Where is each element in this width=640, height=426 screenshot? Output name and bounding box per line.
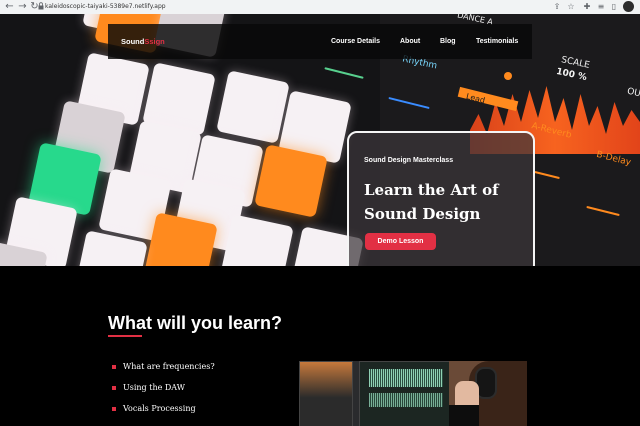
nav-link-course-details[interactable]: Course Details [331,24,380,59]
extensions-icon[interactable]: ✚ [582,2,592,12]
nav-link-testimonials[interactable]: Testimonials [476,24,518,59]
arrow-left-icon[interactable]: ← [4,1,15,12]
hero-kicker: Sound Design Masterclass [364,157,454,164]
cast-icon[interactable]: ≡ [596,2,606,12]
profile-icon[interactable] [623,1,634,12]
lock-icon [38,2,44,10]
hero-card: Sound Design Masterclass Learn the Art o… [347,131,535,266]
browser-toolbar: ← → ↻ kaleidoscopic-taiyaki-5389e7.netli… [0,0,640,15]
list-item: Vocals Processing [112,402,215,423]
share-icon[interactable]: ⇪ [552,2,562,12]
brand-logo[interactable]: SoundSsign [121,24,165,59]
bullet-icon [112,407,116,411]
hero-section: Rhythm SCALE 100 % Lead A-Reverb B-Delay… [0,14,640,266]
learning-list: What are frequencies? Using the DAW Voca… [112,360,215,423]
address-bar[interactable]: kaleidoscopic-taiyaki-5389e7.netlify.app [45,1,166,12]
arrow-right-icon[interactable]: → [17,1,28,12]
demo-lesson-button[interactable]: Demo Lesson [365,233,436,250]
site-navbar: SoundSsign Course Details About Blog Tes… [108,24,532,59]
sidebar-icon[interactable]: ▯ [609,2,619,12]
studio-photo [299,361,527,426]
list-item: What are frequencies? [112,360,215,381]
star-icon[interactable]: ☆ [566,2,576,12]
title-underline [108,335,142,337]
hero-title: Learn the Art of Sound Design [364,181,499,223]
nav-link-about[interactable]: About [400,24,420,59]
section-title: What will you learn? [108,313,283,333]
list-item: Using the DAW [112,381,215,402]
bullet-icon [112,386,116,390]
nav-link-blog[interactable]: Blog [440,24,456,59]
bullet-icon [112,365,116,369]
